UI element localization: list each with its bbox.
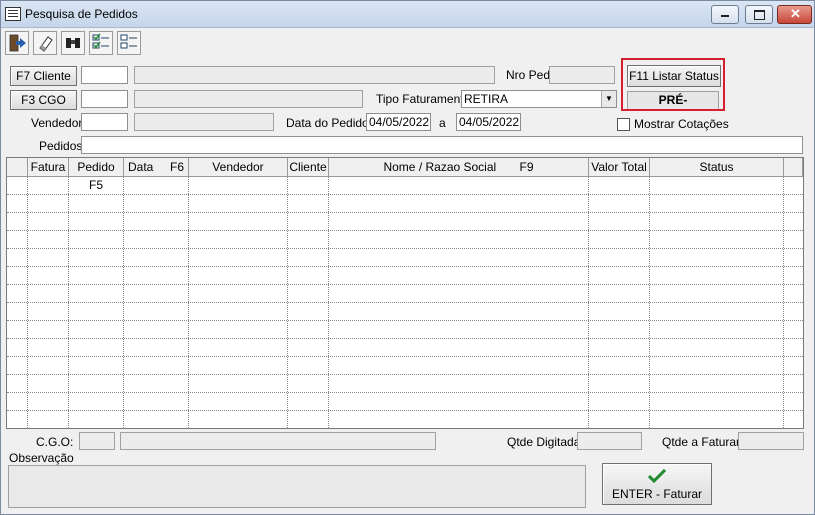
mostrar-cotacoes-label: Mostrar Cotações <box>634 117 729 131</box>
mostrar-cotacoes-checkbox[interactable] <box>617 118 630 131</box>
vendedor-label: Vendedor <box>31 116 83 130</box>
search-button[interactable] <box>61 31 85 55</box>
col-pedido[interactable]: Pedido F5 <box>69 158 124 192</box>
cliente-code-input[interactable] <box>81 66 128 84</box>
data-fim-input[interactable]: 04/05/2022 <box>456 113 521 131</box>
uncheck-all-button[interactable] <box>117 31 141 55</box>
check-all-button[interactable] <box>89 31 113 55</box>
cliente-name-display <box>134 66 495 84</box>
title-bar: Pesquisa de Pedidos ✕ <box>1 1 814 28</box>
minimize-icon <box>721 15 729 17</box>
pedidos-label: Pedidos <box>39 139 83 153</box>
exit-button[interactable] <box>5 31 29 55</box>
cgo-name-display <box>134 90 363 108</box>
table-row[interactable] <box>7 321 803 339</box>
vendedor-code-input[interactable] <box>81 113 128 131</box>
table-row[interactable] <box>7 195 803 213</box>
tipo-faturamento-value: RETIRA <box>464 92 509 106</box>
qtde-faturar-label: Qtde a Faturar <box>662 435 741 449</box>
close-button[interactable]: ✕ <box>777 5 812 24</box>
date-range-separator: a <box>439 116 446 130</box>
faturar-button-label: ENTER - Faturar <box>611 487 702 501</box>
grid-row-header <box>7 158 28 177</box>
chevron-down-icon[interactable]: ▼ <box>601 91 616 107</box>
table-row[interactable] <box>7 393 803 411</box>
eraser-icon <box>39 36 53 52</box>
exit-icon <box>9 34 26 52</box>
qtde-digitada-label: Qtde Digitada <box>507 435 581 449</box>
pedidos-input[interactable] <box>81 136 803 154</box>
table-row[interactable] <box>7 231 803 249</box>
observacao-label: Observação <box>9 451 74 465</box>
maximize-icon <box>754 10 765 20</box>
table-row[interactable] <box>7 339 803 357</box>
table-row[interactable] <box>7 177 803 195</box>
table-row[interactable] <box>7 267 803 285</box>
tipo-faturamento-label: Tipo Faturamento <box>376 92 471 106</box>
col-fatura[interactable]: Fatura <box>28 158 69 177</box>
check-list-icon <box>92 33 109 49</box>
col-nome[interactable]: Nome / Razao Social F9 <box>329 158 589 177</box>
col-data[interactable]: Data F6 <box>124 158 189 177</box>
table-row[interactable] <box>7 375 803 393</box>
col-extra <box>784 158 803 177</box>
window-title: Pesquisa de Pedidos <box>25 7 138 21</box>
col-vendedor[interactable]: Vendedor <box>189 158 288 177</box>
table-row[interactable] <box>7 303 803 321</box>
cgo-button[interactable]: F3 CGO <box>10 90 77 110</box>
maximize-button[interactable] <box>745 5 773 24</box>
table-row[interactable] <box>7 357 803 375</box>
vendedor-name-display <box>134 113 274 131</box>
close-icon: ✕ <box>790 6 801 21</box>
table-row[interactable] <box>7 213 803 231</box>
qtde-digitada-value <box>577 432 642 450</box>
observacao-field[interactable] <box>8 465 586 508</box>
cgo-footer-code <box>79 432 115 450</box>
col-cliente[interactable]: Cliente <box>288 158 329 177</box>
cgo-code-input[interactable] <box>81 90 128 108</box>
orders-grid[interactable]: Fatura Pedido F5 Data F6 Vendedor Client… <box>6 157 804 429</box>
status-highlight-box <box>621 58 725 111</box>
minimize-button[interactable] <box>711 5 739 24</box>
clear-button[interactable] <box>33 31 57 55</box>
window-menu-icon[interactable] <box>5 7 21 21</box>
cgo-footer-label: C.G.O: <box>36 435 74 449</box>
cgo-footer-name <box>120 432 436 450</box>
table-row[interactable] <box>7 249 803 267</box>
col-valor-total[interactable]: Valor Total <box>589 158 650 177</box>
binoculars-icon <box>66 38 80 48</box>
cliente-button[interactable]: F7 Cliente <box>10 66 77 86</box>
checkmark-icon <box>648 469 666 483</box>
data-inicio-input[interactable]: 04/05/2022 <box>366 113 431 131</box>
faturar-button[interactable]: ENTER - Faturar <box>602 463 712 505</box>
nro-ped-label: Nro Ped <box>506 68 551 82</box>
qtde-faturar-value <box>738 432 804 450</box>
data-pedido-label: Data do Pedido <box>286 116 369 130</box>
tipo-faturamento-select[interactable]: RETIRA ▼ <box>461 90 617 108</box>
nro-ped-input[interactable] <box>549 66 615 84</box>
uncheck-list-icon <box>120 34 137 49</box>
table-row[interactable] <box>7 411 803 428</box>
table-row[interactable] <box>7 285 803 303</box>
main-window: Pesquisa de Pedidos ✕ F7 Cliente Nro Ped… <box>0 0 815 515</box>
col-status[interactable]: Status <box>650 158 784 177</box>
